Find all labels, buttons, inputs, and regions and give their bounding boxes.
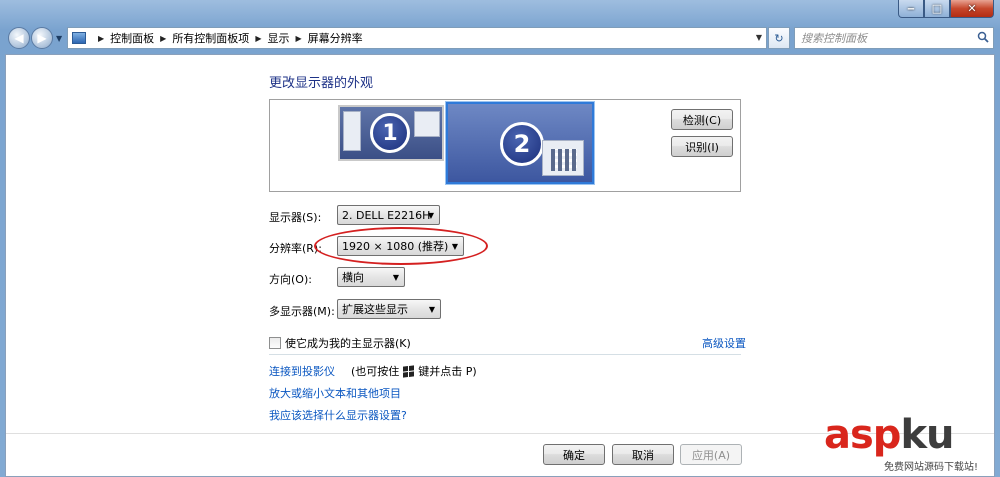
projector-hint-prefix: (也可按住 — [351, 365, 400, 378]
chevron-down-icon: ▼ — [427, 211, 434, 220]
chevron-right-icon[interactable]: ▶ — [160, 34, 166, 43]
address-dropdown-icon[interactable]: ▼ — [756, 33, 762, 42]
forward-arrow-icon: ▶ — [37, 31, 47, 45]
chevron-down-icon: ▼ — [428, 305, 435, 314]
multi-display-label: 多显示器(M): — [269, 305, 335, 318]
display-select[interactable]: 2. DELL E2216H ▼ — [337, 205, 440, 225]
main-display-checkbox-label[interactable]: 使它成为我的主显示器(K) — [285, 335, 411, 351]
monitor-1-number: 1 — [370, 113, 410, 153]
monitor-arrangement: 1 2 检测(C) 识别(I) — [269, 99, 741, 192]
address-bar[interactable]: ▶ 控制面板 ▶ 所有控制面板项 ▶ 显示 ▶ 屏幕分辨率 ▼ — [67, 27, 767, 49]
refresh-icon: ↻ — [774, 31, 784, 45]
page-title: 更改显示器的外观 — [269, 76, 374, 91]
control-panel-icon — [72, 32, 86, 44]
maximize-button[interactable]: □ — [924, 0, 950, 18]
display-select-value: 2. DELL E2216H — [342, 208, 431, 222]
main-display-option[interactable]: 使它成为我的主显示器(K) — [269, 335, 411, 351]
watermark-logo: aspku — [824, 412, 955, 458]
multi-display-select-value: 扩展这些显示 — [342, 303, 408, 316]
multi-display-select[interactable]: 扩展这些显示 ▼ — [337, 299, 441, 319]
apply-button[interactable]: 应用(A) — [680, 444, 742, 465]
watermark-subtitle: 免费网站源码下载站! — [884, 462, 979, 473]
orientation-select-value: 横向 — [342, 271, 364, 284]
cancel-button[interactable]: 取消 — [612, 444, 674, 465]
windows-logo-icon — [403, 364, 415, 378]
watermark-logo-part2: ku — [900, 412, 954, 458]
monitor-2-number: 2 — [500, 122, 544, 166]
highlight-ellipse — [314, 227, 488, 265]
breadcrumb-all-items[interactable]: 所有控制面板项 — [172, 30, 249, 46]
breadcrumb-display[interactable]: 显示 — [267, 30, 289, 46]
monitor-1[interactable]: 1 — [338, 105, 444, 161]
search-icon[interactable] — [977, 31, 989, 43]
chevron-right-icon[interactable]: ▶ — [295, 34, 301, 43]
ok-button[interactable]: 确定 — [543, 444, 605, 465]
navigation-bar: ◀ ▶ ▼ ▶ 控制面板 ▶ 所有控制面板项 ▶ 显示 ▶ 屏幕分辨率 ▼ ↻ … — [6, 25, 994, 51]
choose-settings-link[interactable]: 我应该选择什么显示器设置? — [269, 407, 407, 423]
monitor-1-window-thumbnail — [414, 111, 440, 137]
advanced-settings-link[interactable]: 高级设置 — [702, 335, 746, 351]
search-input[interactable]: 搜索控制面板 — [794, 27, 994, 49]
divider — [269, 354, 741, 355]
orientation-label: 方向(O): — [269, 273, 312, 286]
monitor-2[interactable]: 2 — [446, 102, 594, 184]
chevron-down-icon: ▼ — [392, 273, 399, 282]
refresh-button[interactable]: ↻ — [768, 27, 790, 49]
detect-button[interactable]: 检测(C) — [671, 109, 733, 130]
orientation-select[interactable]: 横向 ▼ — [337, 267, 405, 287]
back-button[interactable]: ◀ — [8, 27, 30, 49]
zoom-text-link[interactable]: 放大或缩小文本和其他项目 — [269, 385, 401, 401]
close-button[interactable]: ✕ — [950, 0, 994, 18]
main-display-checkbox[interactable] — [269, 337, 281, 349]
back-arrow-icon: ◀ — [14, 31, 24, 45]
recent-pages-chevron-icon[interactable]: ▼ — [56, 34, 62, 43]
display-label: 显示器(S): — [269, 211, 322, 224]
site-watermark: aspku 免费网站源码下载站! — [824, 412, 1000, 477]
monitor-1-window-thumbnail — [343, 111, 361, 151]
monitor-2-window-thumbnail — [542, 140, 584, 176]
chevron-right-icon[interactable]: ▶ — [98, 34, 104, 43]
calculator-thumbnail-icon — [551, 149, 577, 171]
caption-buttons: ‒ □ ✕ — [898, 0, 994, 18]
chevron-right-icon[interactable]: ▶ — [255, 34, 261, 43]
search-placeholder: 搜索控制面板 — [801, 32, 867, 45]
identify-button[interactable]: 识别(I) — [671, 136, 733, 157]
window-frame: ‒ □ ✕ ◀ ▶ ▼ ▶ 控制面板 ▶ 所有控制面板项 ▶ 显示 ▶ 屏幕分辨… — [0, 0, 1000, 477]
forward-button[interactable]: ▶ — [31, 27, 53, 49]
projector-hint: (也可按住 键并点击 P) — [351, 363, 477, 379]
watermark-logo-part1: asp — [824, 412, 901, 458]
breadcrumb-control-panel[interactable]: 控制面板 — [110, 30, 154, 46]
minimize-button[interactable]: ‒ — [898, 0, 924, 18]
connect-projector-link[interactable]: 连接到投影仪 — [269, 363, 335, 379]
breadcrumb-screen-resolution[interactable]: 屏幕分辨率 — [308, 30, 363, 46]
projector-hint-suffix: 键并点击 P) — [418, 365, 477, 378]
